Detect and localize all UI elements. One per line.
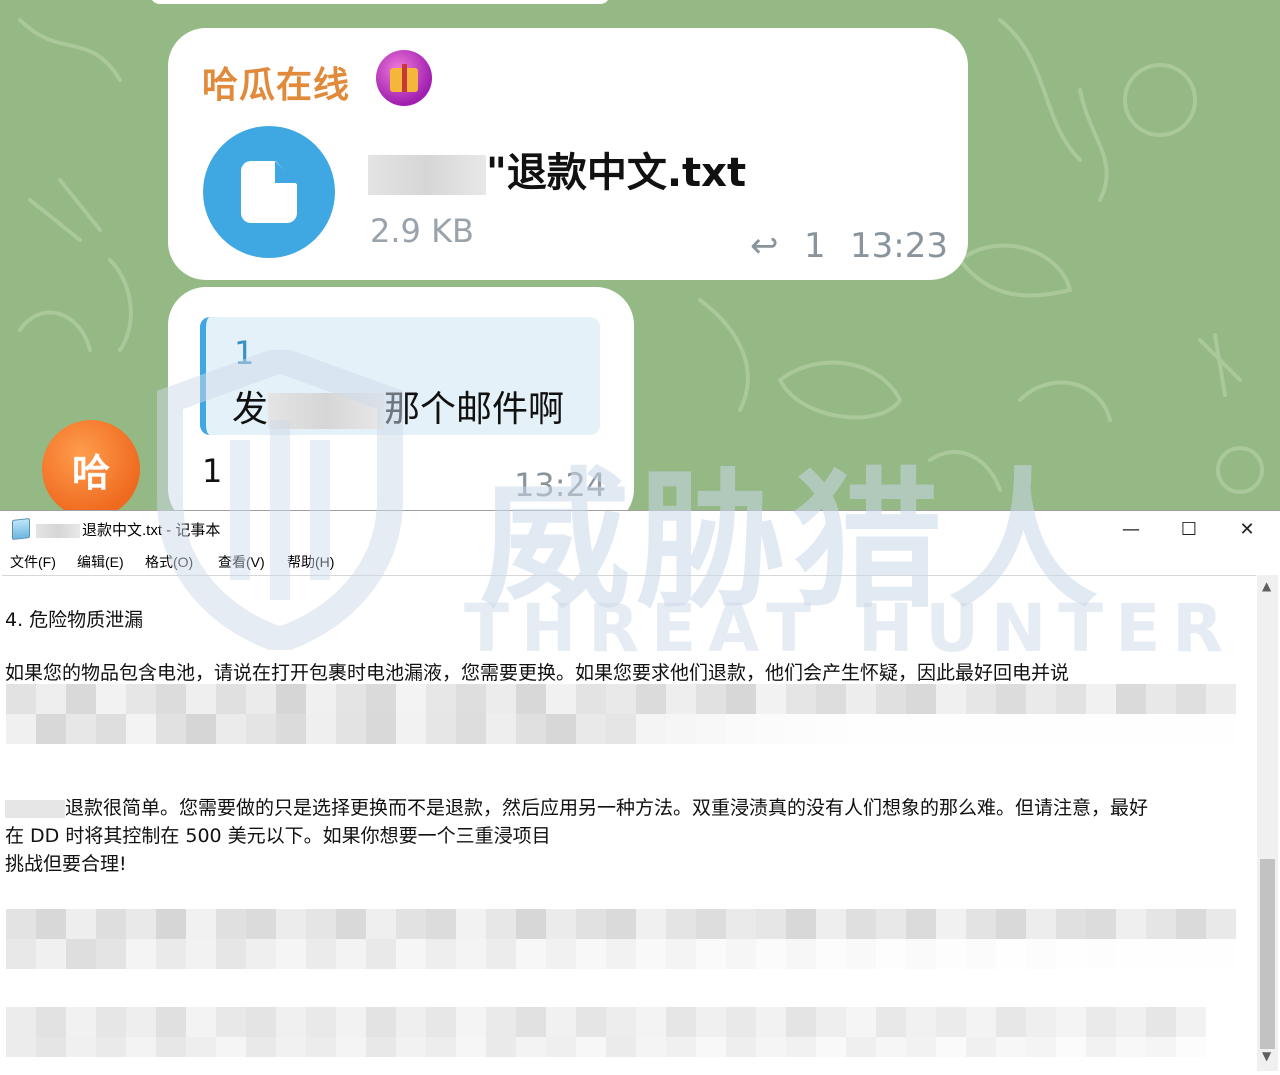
- redacted-filename-prefix: [368, 155, 486, 195]
- quote-author: 1: [234, 334, 255, 372]
- text-line: 在 DD 时将其控制在 500 美元以下。如果你想要一个三重浸项目: [5, 825, 551, 847]
- document-icon: [241, 161, 297, 223]
- document-fold: [275, 161, 297, 183]
- message-time: 13:23: [850, 226, 948, 266]
- redacted-title-prefix: [36, 524, 80, 539]
- minimize-button[interactable]: —: [1102, 511, 1160, 547]
- notepad-window: 退款中文.txt - 记事本 — ☐ ✕ 文件(F) 编辑(E) 格式(O) 查…: [0, 510, 1280, 1075]
- file-size: 2.9 KB: [370, 212, 474, 250]
- menu-view[interactable]: 查看(V): [218, 552, 265, 572]
- quote-text-end: 那个邮件啊: [384, 389, 565, 430]
- notepad-app-icon: [12, 518, 30, 540]
- quote-text: 发 那个邮件啊: [232, 380, 564, 432]
- file-download-button[interactable]: [203, 126, 335, 258]
- scroll-down-arrow-icon[interactable]: ▼: [1262, 1049, 1271, 1063]
- scrollbar-thumb[interactable]: [1260, 859, 1275, 1049]
- reply-icon[interactable]: ↩: [750, 226, 779, 266]
- sender-name[interactable]: 哈瓜在线: [202, 56, 350, 108]
- previous-message-edge: [150, 0, 610, 4]
- menu-file[interactable]: 文件(F): [10, 552, 56, 572]
- scroll-up-arrow-icon[interactable]: ▲: [1262, 579, 1271, 593]
- avatar[interactable]: 哈: [42, 420, 140, 510]
- close-button[interactable]: ✕: [1218, 511, 1276, 547]
- chat-area: 哈瓜在线 "退款中文.txt 2.9 KB ↩ 1 13:23 1 发 那个邮件啊…: [0, 0, 1280, 510]
- file-name[interactable]: "退款中文.txt: [368, 140, 746, 198]
- menu-bar: 文件(F) 编辑(E) 格式(O) 查看(V) 帮助(H): [0, 547, 1280, 575]
- quote-text-start: 发: [232, 389, 269, 430]
- message-text: 1: [202, 452, 223, 490]
- redacted-text-block: [6, 909, 1251, 979]
- text-line-content: 退款很简单。您需要做的只是选择更换而不是退款，然后应用另一种方法。双重浸渍真的没…: [65, 797, 1149, 819]
- text-line: 挑战但要合理!: [5, 853, 127, 875]
- redacted-text-block: [6, 1007, 1224, 1057]
- gift-icon: [376, 50, 432, 106]
- window-title-text: 退款中文.txt - 记事本: [82, 522, 221, 539]
- redacted-word: [5, 799, 65, 818]
- redacted-quote-text: [268, 393, 385, 429]
- message-time: 13:24: [514, 466, 607, 504]
- menu-format[interactable]: 格式(O): [145, 552, 193, 572]
- menu-help[interactable]: 帮助(H): [287, 552, 334, 572]
- menu-edit[interactable]: 编辑(E): [77, 552, 124, 572]
- text-line-heading: 4. 危险物质泄漏: [5, 609, 144, 631]
- file-name-text: "退款中文.txt: [486, 150, 747, 196]
- text-line: 退款很简单。您需要做的只是选择更换而不是退款，然后应用另一种方法。双重浸渍真的没…: [5, 793, 1148, 820]
- vertical-scrollbar[interactable]: ▲ ▼: [1257, 575, 1278, 1071]
- text-line: 如果您的物品包含电池，请说在打开包裹时电池漏液，您需要更换。如果您要求他们退款，…: [5, 662, 1070, 684]
- maximize-button[interactable]: ☐: [1160, 511, 1218, 547]
- redacted-text-block: [6, 684, 1242, 764]
- text-editor[interactable]: 4. 危险物质泄漏 如果您的物品包含电池，请说在打开包裹时电池漏液，您需要更换。…: [2, 575, 1256, 1070]
- window-title: 退款中文.txt - 记事本: [36, 519, 220, 540]
- reply-count[interactable]: 1: [804, 226, 826, 266]
- title-bar[interactable]: 退款中文.txt - 记事本 — ☐ ✕: [0, 511, 1280, 547]
